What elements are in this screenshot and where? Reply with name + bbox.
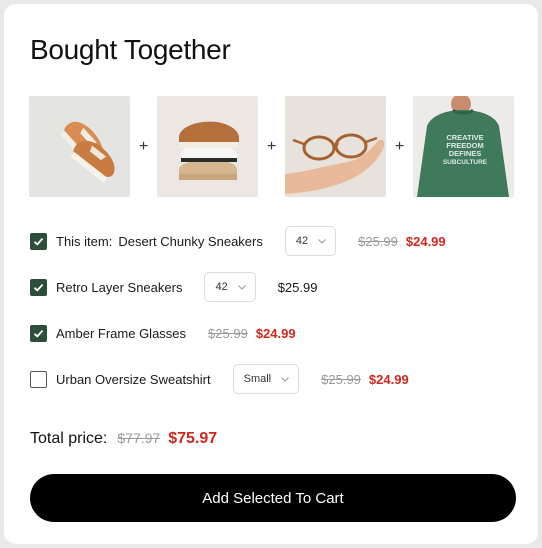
product-checkbox[interactable]	[30, 232, 47, 250]
original-price: $25.99	[321, 371, 361, 387]
chevron-down-icon	[281, 376, 289, 382]
list-item: Amber Frame Glasses $25.99 $24.99	[30, 318, 520, 348]
sale-price: $24.99	[368, 371, 409, 387]
list-item: Retro Layer Sneakers 42 $25.99	[30, 272, 520, 302]
product-name[interactable]: Amber Frame Glasses	[56, 326, 186, 341]
list-item: Urban Oversize Sweatshirt Small $25.99 $…	[30, 364, 520, 394]
total-sale-price: $75.97	[168, 430, 218, 447]
product-image-glasses[interactable]	[285, 96, 386, 197]
product-images: + + + CREATIVE FREEDOM DEFINES SUBCULTUR…	[29, 96, 514, 197]
total-price: Total price: $77.97 $75.97	[30, 430, 217, 448]
total-original-price: $77.97	[117, 430, 161, 446]
original-price: $25.99	[358, 233, 398, 249]
product-checkbox[interactable]	[30, 324, 47, 342]
plus-icon: +	[138, 137, 149, 155]
product-image-sneakers[interactable]	[29, 96, 130, 197]
plus-icon: +	[394, 137, 405, 155]
sale-price: $24.99	[405, 233, 446, 249]
size-select[interactable]: 42	[284, 226, 337, 256]
chevron-down-icon	[318, 238, 326, 244]
product-name[interactable]: This item: Desert Chunky Sneakers	[56, 234, 263, 249]
product-checkbox[interactable]	[30, 370, 47, 388]
total-label: Total price:	[30, 430, 108, 447]
product-image-sweatshirt[interactable]: CREATIVE FREEDOM DEFINES SUBCULTURE	[413, 96, 514, 197]
product-name[interactable]: Urban Oversize Sweatshirt	[56, 372, 211, 387]
svg-text:SUBCULTURE: SUBCULTURE	[443, 159, 488, 166]
sale-price: $24.99	[255, 325, 296, 341]
price: $25.99	[277, 279, 318, 295]
section-title: Bought Together	[30, 34, 231, 65]
product-image-layered-sneakers[interactable]	[157, 96, 258, 197]
size-select[interactable]: 42	[204, 272, 256, 302]
plus-icon: +	[266, 137, 277, 155]
original-price: $25.99	[208, 325, 248, 341]
svg-text:DEFINES: DEFINES	[449, 149, 482, 158]
chevron-down-icon	[237, 284, 246, 290]
bought-together-card: Bought Together + + + CREATIVE FREEDOM D…	[4, 4, 538, 544]
add-to-cart-button[interactable]: Add Selected To Cart	[30, 474, 516, 522]
product-name[interactable]: Retro Layer Sneakers	[56, 280, 182, 295]
size-select[interactable]: Small	[232, 364, 300, 394]
list-item: This item: Desert Chunky Sneakers 42 $25.…	[30, 226, 520, 256]
product-checkbox[interactable]	[30, 278, 47, 296]
product-list: This item: Desert Chunky Sneakers 42 $25.…	[30, 226, 520, 410]
